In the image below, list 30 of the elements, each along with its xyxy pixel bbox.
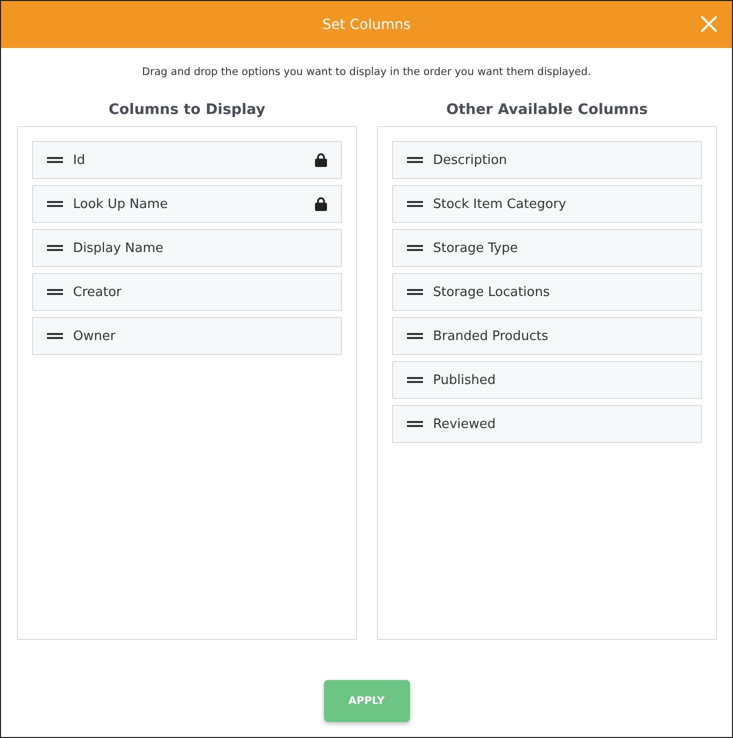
column-option[interactable]: Reviewed [392,405,702,443]
column-option[interactable]: Branded Products [392,317,702,355]
close-button[interactable] [701,16,717,32]
drag-handle-icon [407,289,423,295]
drag-handle-icon [407,377,423,383]
column-option[interactable]: Storage Type [392,229,702,267]
instruction-text: Drag and drop the options you want to display in the order you want them displayed. [140,65,592,79]
drag-handle-icon [47,333,63,339]
column-option[interactable]: Display Name [32,229,342,267]
drag-handle-icon [47,289,63,295]
column-option[interactable]: Owner [32,317,342,355]
column-heading: Other Available Columns [445,101,649,120]
column-option[interactable]: Creator [32,273,342,311]
drag-handle-icon [407,245,423,251]
drag-handle-icon [47,245,63,251]
column-option[interactable]: Stock Item Category [392,185,702,223]
column-option[interactable]: Published [392,361,702,399]
drag-handle-icon [407,201,423,207]
drag-handle-icon [47,157,63,163]
column-heading: Columns to Display [108,101,266,120]
close-icon [701,16,717,32]
column-option[interactable]: Description [392,141,702,179]
column-option[interactable]: Look Up Name [32,185,342,223]
drag-handle-icon [407,157,423,163]
drag-handle-icon [407,333,423,339]
drag-handle-icon [47,201,63,207]
drag-handle-icon [407,421,423,427]
column-option[interactable]: Id [32,141,342,179]
dialog-title: Set Columns [322,16,411,32]
column-option[interactable]: Storage Locations [392,273,702,311]
